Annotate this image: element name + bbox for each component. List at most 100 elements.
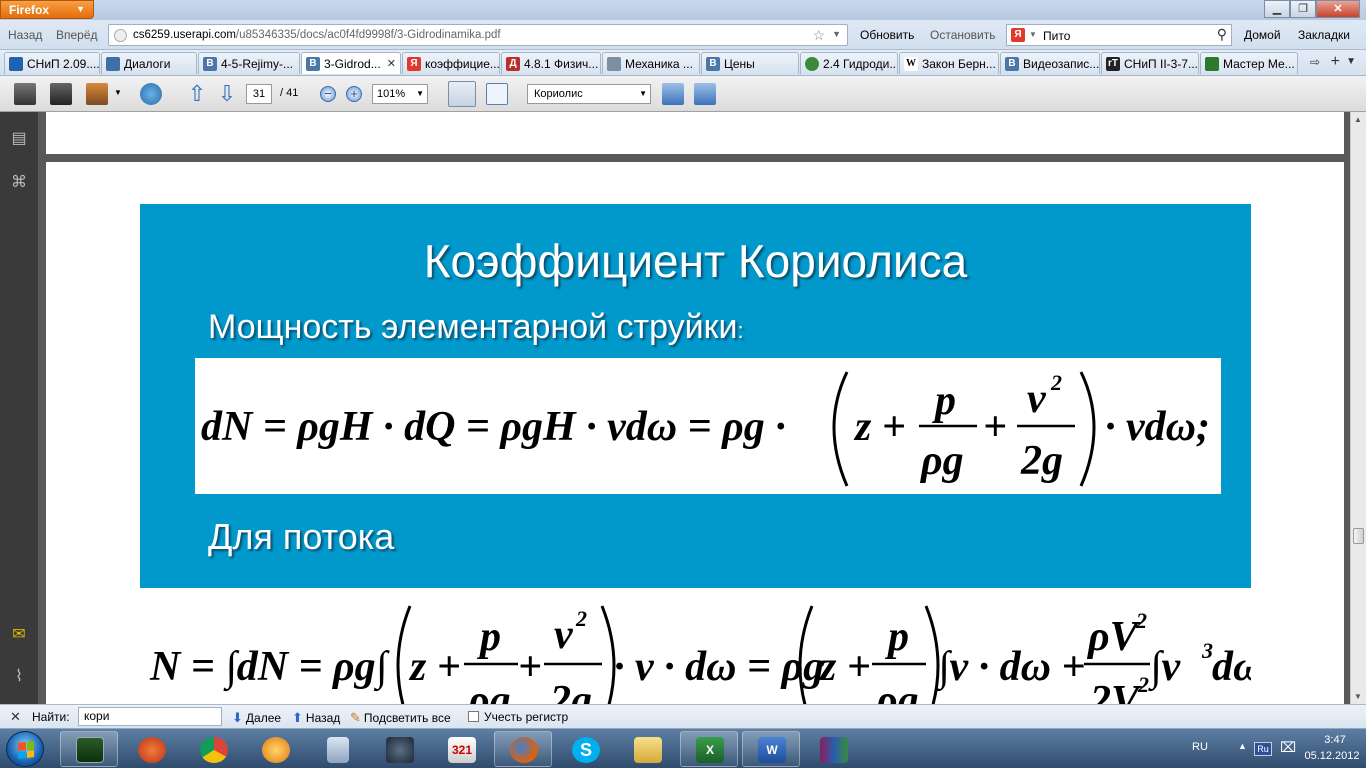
stop-button[interactable]: Остановить: [930, 28, 996, 42]
site-identity-icon[interactable]: [114, 29, 127, 42]
formula-v-exponent: 2: [1050, 370, 1062, 395]
firefox-icon: [510, 737, 538, 763]
forward-button[interactable]: Вперёд: [56, 28, 98, 42]
pdf-find-input[interactable]: Кориолис ▼: [527, 84, 651, 104]
comments-icon[interactable]: ✉: [9, 624, 29, 644]
close-find-bar-icon[interactable]: ✕: [10, 709, 21, 725]
scroll-down-icon[interactable]: ▼: [1354, 692, 1362, 701]
taskbar-explorer[interactable]: [618, 731, 676, 767]
keyboard-layout-icon[interactable]: Ru: [1254, 742, 1272, 756]
match-case-label[interactable]: Учесть регистр: [484, 710, 568, 724]
taskbar-firefox[interactable]: [494, 731, 552, 767]
close-window-button[interactable]: ✕: [1316, 0, 1360, 18]
new-tab-icon[interactable]: +: [1331, 53, 1340, 71]
taskbar-skype[interactable]: S: [556, 731, 614, 767]
pages-icon[interactable]: ▤: [9, 128, 29, 148]
tab-mehanika[interactable]: Механика ...: [602, 52, 700, 74]
clock-time[interactable]: 3:47: [1308, 734, 1362, 746]
home-button[interactable]: Домой: [1244, 28, 1281, 42]
tab-dialogs[interactable]: Диалоги: [101, 52, 197, 74]
zoom-select[interactable]: 101% ▼: [372, 84, 428, 104]
tab-rejimy[interactable]: В 4-5-Rejimy-...: [198, 52, 300, 74]
formula-elementary-power: dN = ρgH · dQ = ρgH · vdω = ρg · z + p ρ…: [195, 358, 1221, 494]
page-number-input[interactable]: 31: [246, 84, 272, 104]
taskbar-excel[interactable]: X: [680, 731, 738, 767]
flow-formula-pg: ρg: [466, 678, 511, 704]
search-bar[interactable]: Я ▼ Пито ⚲: [1006, 24, 1232, 46]
search-icon[interactable]: ⚲: [1217, 26, 1227, 43]
highlight-all-button[interactable]: ✎ Подсветить все: [350, 710, 451, 726]
pdf-find-value: Кориолис: [534, 88, 583, 100]
reload-button[interactable]: Обновить: [860, 28, 914, 42]
taskbar-player[interactable]: [246, 731, 304, 767]
tab-koefficient[interactable]: Якоэффицие...: [402, 52, 500, 74]
print-icon[interactable]: [14, 83, 36, 105]
taskbar-word[interactable]: W: [742, 731, 800, 767]
taskbar-monitor[interactable]: [60, 731, 118, 767]
folder-icon: [607, 57, 621, 71]
url-dropdown-icon[interactable]: ▼: [832, 29, 841, 39]
attachments-binoculars-icon[interactable]: ⌘: [9, 172, 29, 192]
tab-fizich[interactable]: Д 4.8.1 Физич...: [501, 52, 601, 74]
taskbar-chrome[interactable]: [184, 731, 242, 767]
right-paren: [924, 605, 940, 704]
tab-ceny[interactable]: В Цены: [701, 52, 799, 74]
share-icon[interactable]: [86, 83, 108, 105]
next-page-icon[interactable]: ⇩: [216, 83, 238, 105]
vertical-scrollbar[interactable]: ▲ ▼: [1350, 112, 1366, 704]
taskbar-winrar[interactable]: [804, 731, 862, 767]
find-previous-icon[interactable]: [662, 83, 684, 105]
tab-video[interactable]: В Видеозапис...: [1000, 52, 1100, 74]
taskbar-calculator[interactable]: [308, 731, 366, 767]
find-input[interactable]: кори: [78, 707, 222, 726]
restore-button[interactable]: ❐: [1290, 0, 1316, 18]
zoom-in-icon[interactable]: +: [346, 86, 362, 102]
find-next-icon[interactable]: [694, 83, 716, 105]
prev-page-icon[interactable]: ⇧: [186, 83, 208, 105]
taskbar-321[interactable]: 321: [432, 731, 490, 767]
document-icon: [9, 57, 23, 71]
tab-snip[interactable]: СНиП 2.09....: [4, 52, 100, 74]
bookmarks-button[interactable]: Закладки: [1298, 28, 1350, 42]
pdf-page: Коэффициент Кориолиса Мощность элементар…: [46, 162, 1344, 704]
match-case-checkbox[interactable]: [468, 711, 479, 722]
minimize-button[interactable]: ▁: [1264, 0, 1290, 18]
language-indicator[interactable]: RU: [1192, 741, 1208, 753]
fit-page-icon[interactable]: [486, 83, 508, 105]
taskbar-ccleaner[interactable]: [122, 731, 180, 767]
network-icon[interactable]: ⌧: [1280, 739, 1296, 756]
back-button[interactable]: Назад: [8, 28, 42, 42]
fit-width-icon[interactable]: [448, 81, 476, 107]
search-engine-dropdown-icon[interactable]: ▼: [1029, 30, 1037, 39]
tab-gidrodinamika[interactable]: В 3-Gidrod... ✕: [301, 52, 401, 74]
flow-formula-v: v: [554, 612, 574, 658]
firefox-menu-button[interactable]: Firefox ▼: [0, 0, 94, 19]
taskbar-kmplayer[interactable]: [370, 731, 428, 767]
close-tab-icon[interactable]: ✕: [387, 57, 396, 70]
tab-zakon-bern[interactable]: W Закон Берн...: [899, 52, 999, 74]
tab-master[interactable]: Мастер Ме...: [1200, 52, 1298, 74]
clock-date[interactable]: 05.12.2012: [1302, 750, 1362, 762]
show-hidden-icons[interactable]: ▲: [1238, 741, 1247, 751]
bookmark-star-icon[interactable]: ☆: [812, 27, 825, 44]
zoom-out-icon[interactable]: −: [320, 86, 336, 102]
search-input[interactable]: Пито: [1043, 29, 1070, 43]
scrollbar-thumb[interactable]: [1353, 528, 1364, 544]
find-next-button[interactable]: ⬇ Далее: [232, 710, 281, 726]
yandex-icon[interactable]: Я: [1011, 28, 1025, 42]
find-prev-button[interactable]: ⬆ Назад: [292, 710, 340, 726]
flow-formula-2V-exponent: 2: [1137, 672, 1149, 697]
zoom-dropdown-icon[interactable]: ▼: [416, 85, 424, 103]
start-button[interactable]: [6, 731, 44, 767]
tab-gidrodi[interactable]: 2.4 Гидроди...: [800, 52, 898, 74]
tab-scroll-right-icon[interactable]: ⇨: [1310, 55, 1320, 69]
collaborate-icon[interactable]: [140, 83, 162, 105]
tab-list-icon[interactable]: ▼: [1346, 56, 1356, 67]
find-dropdown-icon[interactable]: ▼: [639, 85, 647, 103]
paperclip-icon[interactable]: ⌇: [9, 666, 29, 686]
scroll-up-icon[interactable]: ▲: [1354, 115, 1362, 124]
tab-snip-ii[interactable]: rT СНиП II-3-7...: [1101, 52, 1199, 74]
save-icon[interactable]: [50, 83, 72, 105]
url-bar[interactable]: cs6259.userapi.com/u85346335/docs/ac0f4f…: [108, 24, 848, 46]
share-dropdown-icon[interactable]: ▼: [114, 88, 122, 97]
